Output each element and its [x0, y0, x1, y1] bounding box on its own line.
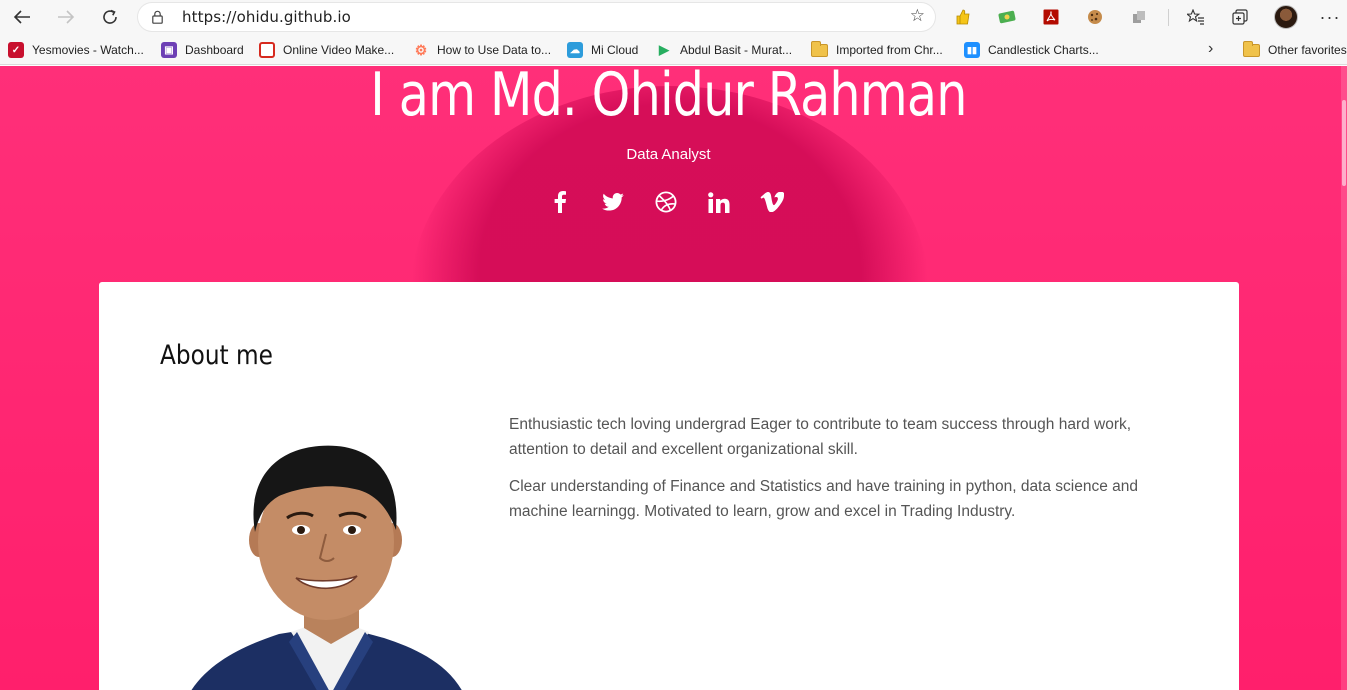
refresh-icon[interactable] — [96, 4, 124, 30]
thumbs-up-extension-icon[interactable] — [952, 6, 974, 28]
twitter-icon[interactable] — [601, 190, 625, 214]
about-heading: About me — [160, 340, 273, 371]
bookmark-imported-folder[interactable]: Imported from Chr... — [811, 40, 943, 59]
bookmark-abdul-basit[interactable]: ▶ Abdul Basit - Murat... — [656, 41, 792, 59]
bookmark-other-favorites[interactable]: Other favorites — [1243, 40, 1347, 59]
forward-arrow-icon[interactable] — [52, 4, 80, 30]
chevron-right-icon[interactable]: › — [1208, 40, 1213, 58]
folder-icon — [811, 40, 828, 57]
collections-icon[interactable] — [1229, 6, 1251, 28]
page-scrollbar[interactable] — [1341, 66, 1347, 690]
hubspot-icon: ⚙ — [414, 41, 428, 58]
facebook-icon[interactable] — [548, 190, 572, 214]
dribbble-icon[interactable] — [654, 190, 678, 214]
money-extension-icon[interactable] — [996, 6, 1018, 28]
more-menu-icon[interactable]: ··· — [1319, 6, 1341, 28]
web-page: I am Md. Ohidur Rahman Data Analyst Abou… — [0, 66, 1347, 690]
play-icon: ▶ — [659, 42, 669, 57]
bookmark-dashboard[interactable]: ▣ Dashboard — [161, 41, 244, 59]
scrollbar-thumb[interactable] — [1342, 100, 1346, 186]
bookmark-label: Dashboard — [185, 43, 244, 57]
profile-photo — [191, 445, 462, 690]
pdf-extension-icon[interactable] — [1040, 6, 1062, 28]
bookmark-label: Imported from Chr... — [836, 43, 943, 57]
about-paragraph-2: Clear understanding of Finance and Stati… — [509, 478, 1139, 520]
bookmark-label: Online Video Make... — [283, 43, 395, 57]
extensions-icon[interactable] — [1128, 6, 1150, 28]
bookmark-label: Yesmovies - Watch... — [32, 43, 144, 57]
bookmark-online-video-maker[interactable]: Online Video Make... — [259, 41, 394, 59]
about-paragraph-1: Enthusiastic tech loving undergrad Eager… — [509, 416, 1132, 458]
bookmarks-bar: ✓ Yesmovies - Watch... ▣ Dashboard Onlin… — [0, 35, 1347, 65]
about-card: About me Enthusiastic tech loving underg… — [99, 282, 1239, 690]
hero-subtitle: Data Analyst — [626, 146, 711, 163]
toolbar-divider — [1168, 9, 1169, 26]
bookmark-yesmovies[interactable]: ✓ Yesmovies - Watch... — [8, 41, 144, 59]
cloud-icon: ☁ — [567, 42, 583, 58]
bookmark-label: Other favorites — [1268, 43, 1347, 57]
address-bar[interactable]: https://ohidu.github.io ☆ — [138, 3, 935, 31]
bookmark-label: Mi Cloud — [591, 43, 639, 57]
lock-icon[interactable] — [152, 10, 163, 24]
back-arrow-icon[interactable] — [8, 4, 36, 30]
star-icon[interactable]: ☆ — [910, 6, 925, 26]
video-maker-icon — [259, 42, 275, 58]
profile-avatar[interactable] — [1274, 5, 1298, 29]
bookmark-candlestick-charts[interactable]: ▮▮ Candlestick Charts... — [964, 41, 1099, 59]
cookie-extension-icon[interactable] — [1084, 6, 1106, 28]
bookmark-how-to-use-data[interactable]: ⚙ How to Use Data to... — [413, 41, 551, 59]
bookmark-label: How to Use Data to... — [437, 43, 552, 57]
hero-title: I am Md. Ohidur Rahman — [370, 66, 967, 130]
bookmark-label: Candlestick Charts... — [988, 43, 1099, 57]
linkedin-icon[interactable] — [707, 190, 731, 214]
browser-toolbar: https://ohidu.github.io ☆ ··· — [0, 0, 1347, 35]
chart-icon: ▮▮ — [964, 42, 980, 58]
bookmark-label: Abdul Basit - Murat... — [680, 43, 793, 57]
yesmovies-icon: ✓ — [8, 42, 24, 58]
url-text[interactable]: https://ohidu.github.io — [182, 8, 351, 26]
dashboard-icon: ▣ — [161, 42, 177, 58]
social-links — [548, 190, 784, 216]
favorites-icon[interactable] — [1185, 6, 1207, 28]
vimeo-icon[interactable] — [760, 190, 784, 214]
folder-icon — [1243, 40, 1260, 57]
bookmark-mi-cloud[interactable]: ☁ Mi Cloud — [567, 41, 638, 59]
